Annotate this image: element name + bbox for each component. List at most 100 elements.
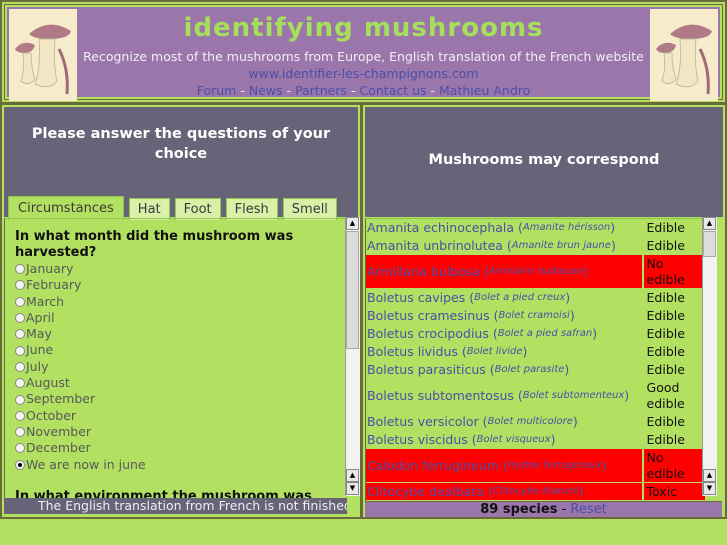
latin-name: Boletus cavipes: [367, 290, 466, 305]
radio-button[interactable]: [15, 264, 25, 275]
species-name-link[interactable]: Clitocybe dealbata (Clitocybe blanchi): [366, 483, 642, 500]
radio-button[interactable]: [15, 313, 25, 324]
question-tabs: Circumstances Hat Foot Flesh Smell: [8, 196, 337, 220]
nav-contact-link[interactable]: Contact us: [360, 83, 427, 98]
scroll-up-icon[interactable]: ▲: [703, 469, 716, 482]
species-name-link[interactable]: Amanita echinocephala (Amanite hérisson): [366, 219, 642, 236]
species-name-link[interactable]: Boletus subtomentosus (Bolet subtomenteu…: [366, 379, 642, 412]
nav-separator: -: [282, 83, 296, 98]
latin-name: Armillaria bulbosa: [367, 264, 481, 279]
month-option[interactable]: August: [15, 375, 348, 391]
result-row[interactable]: Boletus lividus (Bolet livide) Edible: [366, 343, 705, 360]
tab-hat[interactable]: Hat: [128, 198, 170, 220]
species-name-link[interactable]: Amanita unbrinolutea (Amanite brun jaune…: [366, 237, 642, 254]
nav-author-link[interactable]: Mathieu Andro: [439, 83, 530, 98]
radio-button[interactable]: [15, 378, 25, 389]
nav-partners-link[interactable]: Partners: [295, 83, 347, 98]
french-name: Hydne ferrugineux: [508, 460, 602, 471]
scroll-up-icon[interactable]: ▲: [703, 217, 716, 230]
tab-foot[interactable]: Foot: [174, 198, 221, 220]
paren: ): [565, 290, 571, 305]
result-row[interactable]: Boletus subtomentosus (Bolet subtomenteu…: [366, 379, 705, 412]
scroll-thumb[interactable]: [346, 231, 359, 349]
radio-button[interactable]: [15, 394, 25, 405]
radio-button[interactable]: [15, 329, 25, 340]
result-row[interactable]: Boletus crocipodius (Bolet a pied safran…: [366, 325, 705, 342]
paren: ): [572, 414, 578, 429]
result-row[interactable]: Boletus parasiticus (Bolet parasite) Edib…: [366, 361, 705, 378]
month-options: January February March April May June July Augu…: [15, 261, 348, 473]
species-name-link[interactable]: Boletus cramesinus (Bolet cramoisi): [366, 307, 642, 324]
month-option[interactable]: July: [15, 359, 348, 375]
scroll-up-icon[interactable]: ▲: [346, 217, 359, 230]
reset-link[interactable]: Reset: [570, 502, 606, 517]
radio-button[interactable]: [15, 427, 25, 438]
radio-button[interactable]: [15, 345, 25, 356]
tab-circumstances[interactable]: Circumstances: [8, 196, 124, 220]
month-option[interactable]: November: [15, 424, 348, 440]
result-row[interactable]: Clitocybe dealbata (Clitocybe blanchi) To…: [366, 483, 705, 500]
species-name-link[interactable]: Calodon ferrugineum (Hydne ferrugineux): [366, 449, 642, 482]
result-row[interactable]: Boletus viscidus (Bolet visqueux) Edible: [366, 431, 705, 448]
result-row[interactable]: Amanita echinocephala (Amanite hérisson)…: [366, 219, 705, 236]
month-option[interactable]: We are now in june: [15, 457, 348, 473]
edibility-label: Edible: [646, 289, 685, 305]
species-name-link[interactable]: Boletus viscidus (Bolet visqueux): [366, 431, 642, 448]
scroll-down-icon[interactable]: ▼: [703, 482, 716, 495]
latin-name: Amanita echinocephala: [367, 220, 515, 235]
month-option-label: June: [26, 342, 54, 358]
radio-button[interactable]: [15, 459, 25, 470]
latin-name: Boletus lividus: [367, 344, 458, 359]
month-option[interactable]: December: [15, 440, 348, 456]
result-row[interactable]: Armillaria bulbosa (Armilaire bulbeuse) N…: [366, 255, 705, 288]
month-option[interactable]: June: [15, 342, 348, 358]
species-bar: 89 species - Reset: [365, 501, 722, 517]
month-option[interactable]: September: [15, 391, 348, 407]
site-url-link[interactable]: www.identifier-les-champignons.com: [248, 66, 478, 81]
edibility-label: Edible: [646, 343, 685, 359]
questions-header: Please answer the questions of your choi…: [4, 107, 358, 220]
latin-name: Calodon ferrugineum: [367, 458, 500, 473]
scroll-up-icon[interactable]: ▲: [346, 469, 359, 482]
result-row[interactable]: Boletus versicolor (Bolet multicolore) Ed…: [366, 413, 705, 430]
nav-news-link[interactable]: News: [249, 83, 283, 98]
month-option[interactable]: March: [15, 294, 348, 310]
tab-smell[interactable]: Smell: [282, 198, 337, 220]
month-option[interactable]: April: [15, 310, 348, 326]
results-scrollbar[interactable]: ▲ ▲ ▼: [702, 217, 717, 496]
result-row[interactable]: Calodon ferrugineum (Hydne ferrugineux) N…: [366, 449, 705, 482]
site-header: identifying mushrooms Recognize most of …: [0, 0, 727, 104]
result-row[interactable]: Boletus cramesinus (Bolet cramoisi) Edibl…: [366, 307, 705, 324]
species-name-link[interactable]: Boletus crocipodius (Bolet a pied safran…: [366, 325, 642, 342]
scroll-thumb[interactable]: [703, 231, 716, 257]
radio-button[interactable]: [15, 443, 25, 454]
radio-button[interactable]: [15, 296, 25, 307]
paren: ): [610, 238, 616, 253]
month-option[interactable]: February: [15, 277, 348, 293]
nav-separator: -: [347, 83, 360, 98]
species-name-link[interactable]: Boletus lividus (Bolet livide): [366, 343, 642, 360]
month-option[interactable]: January: [15, 261, 348, 277]
species-name-link[interactable]: Boletus versicolor (Bolet multicolore): [366, 413, 642, 430]
month-option[interactable]: May: [15, 326, 348, 342]
french-name: Bolet parasite: [494, 364, 565, 375]
latin-name: Boletus viscidus: [367, 432, 468, 447]
species-name-link[interactable]: Armillaria bulbosa (Armilaire bulbeuse): [366, 255, 642, 288]
edibility-label: Edible: [646, 431, 685, 447]
tab-flesh[interactable]: Flesh: [225, 198, 278, 220]
species-name-link[interactable]: Boletus cavipes (Bolet a pied creux): [366, 289, 642, 306]
month-option[interactable]: October: [15, 408, 348, 424]
nav-forum-link[interactable]: Forum: [197, 83, 237, 98]
questions-scrollbar[interactable]: ▲ ▲ ▼: [345, 217, 360, 496]
paren: (: [485, 362, 495, 377]
radio-button[interactable]: [15, 280, 25, 291]
species-name-link[interactable]: Boletus parasiticus (Bolet parasite): [366, 361, 642, 378]
radio-button[interactable]: [15, 361, 25, 372]
edibility-label: No edible: [643, 255, 705, 288]
result-row[interactable]: Boletus cavipes (Bolet a pied creux) Edib…: [366, 289, 705, 306]
result-row[interactable]: Amanita unbrinolutea (Amanite brun jaune…: [366, 237, 705, 254]
radio-button[interactable]: [15, 410, 25, 421]
question-scroll-area: In what month did the mushroom was harve…: [4, 218, 348, 499]
edibility-label: Edible: [646, 325, 685, 341]
scroll-down-icon[interactable]: ▼: [346, 482, 359, 495]
